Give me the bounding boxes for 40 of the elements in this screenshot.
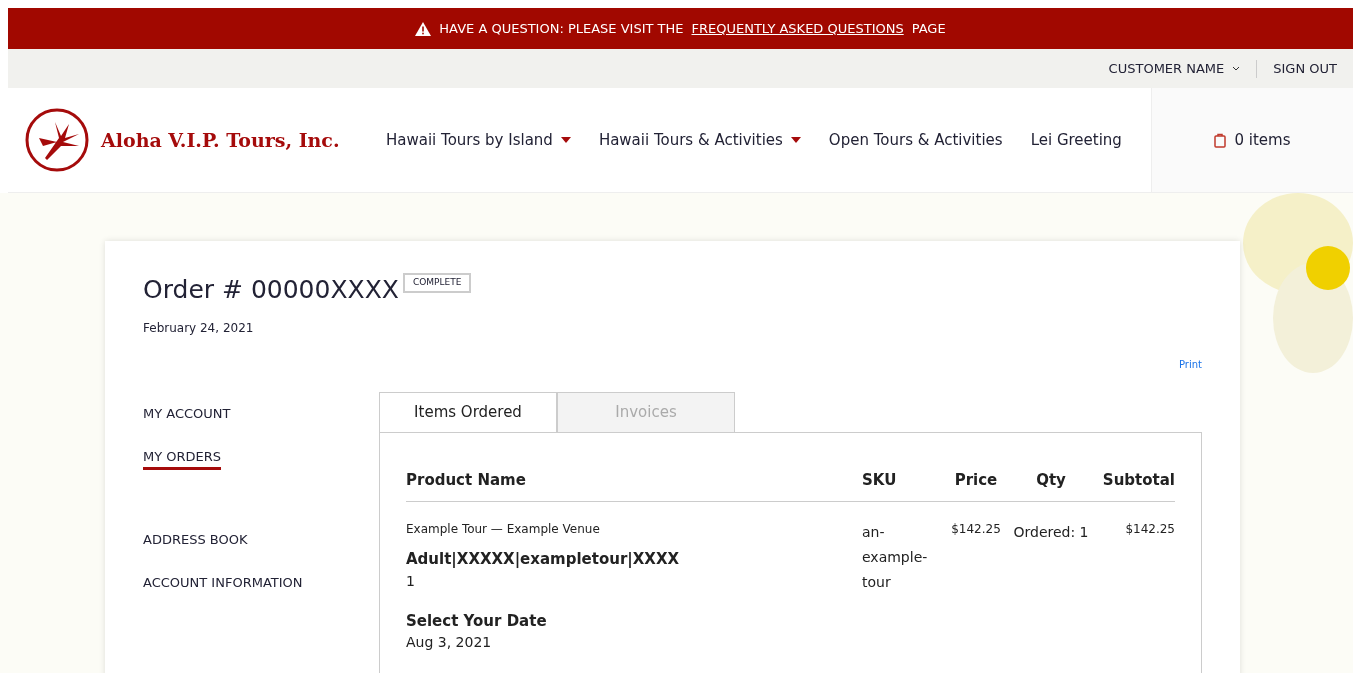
- chevron-down-icon: [1232, 66, 1241, 71]
- sidebar-item[interactable]: MY ACCOUNT: [143, 403, 231, 423]
- sku-cell-text: an-example-tour: [862, 523, 929, 592]
- order-date: February 24, 2021: [143, 319, 255, 337]
- option-value: 1: [406, 571, 416, 591]
- date-label: Select Your Date: [406, 610, 548, 632]
- caret-icon: [790, 137, 801, 143]
- nav-link[interactable]: Lei Greeting: [1030, 128, 1122, 152]
- subtotal-cell-text: $142.25: [1124, 521, 1175, 538]
- product-name: Example Tour — Example Venue: [406, 521, 601, 538]
- logo-text[interactable]: Aloha V.I.P. Tours, Inc.: [101, 125, 340, 155]
- banner-text: PAGE: [911, 19, 946, 38]
- sidebar-item[interactable]: ADDRESS BOOK: [143, 529, 248, 549]
- shopping-bag-icon: [1214, 132, 1227, 148]
- sidebar-item[interactable]: MY ORDERS: [143, 447, 222, 470]
- nav-link[interactable]: Hawaii Tours & Activities: [598, 128, 801, 152]
- column-header: Product Name: [406, 469, 527, 491]
- sign-out-link[interactable]: SIGN OUT: [1273, 58, 1337, 79]
- price-cell-text: $142.25: [950, 521, 1002, 538]
- nav-link[interactable]: Hawaii Tours by Island: [386, 128, 571, 152]
- cart-button[interactable]: 0 items: [1151, 88, 1353, 192]
- nav-link[interactable]: Open Tours & Activities: [828, 128, 1003, 152]
- caret-icon: [560, 137, 571, 143]
- banner-text: HAVE A QUESTION: PLEASE VISIT THE: [439, 19, 684, 38]
- tab[interactable]: Items Ordered: [379, 391, 557, 433]
- column-header: Price: [953, 469, 999, 491]
- qty-cell-text: Ordered: 1: [1012, 523, 1090, 542]
- sidebar-item[interactable]: ACCOUNT INFORMATION: [143, 573, 303, 593]
- warning-icon: [415, 21, 432, 36]
- date-value: Aug 3, 2021: [406, 633, 493, 652]
- order-title: Order # 00000XXXX: [143, 274, 399, 306]
- status-badge: COMPLETE: [402, 273, 472, 293]
- column-header: SKU: [862, 469, 898, 491]
- option-label: Adult|XXXXX|exampletour|XXXX: [406, 549, 681, 570]
- column-header: Subtotal: [1101, 469, 1175, 491]
- print-link[interactable]: Print: [1179, 356, 1202, 372]
- flower-logo-icon: [25, 108, 89, 172]
- customer-menu[interactable]: CUSTOMER NAME: [1108, 58, 1241, 79]
- column-header: Qty: [1035, 469, 1067, 491]
- faq-link[interactable]: FREQUENTLY ASKED QUESTIONS: [691, 18, 904, 39]
